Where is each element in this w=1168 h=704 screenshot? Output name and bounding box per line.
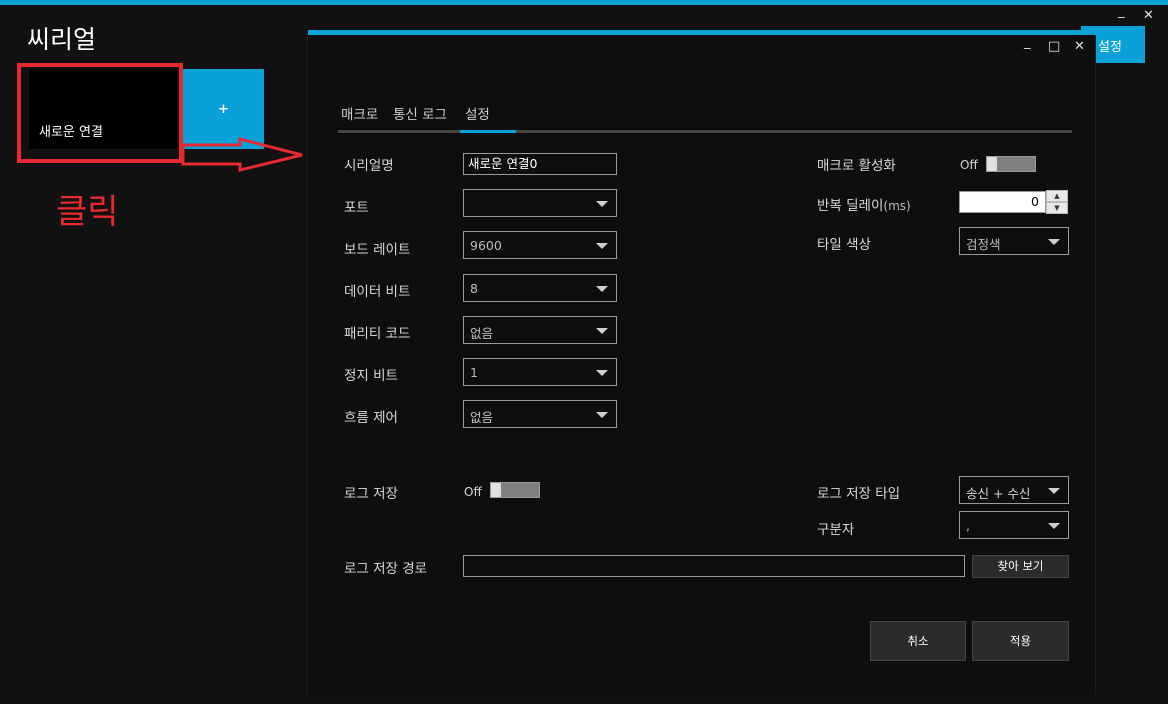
separator-select[interactable]: ,	[959, 511, 1069, 539]
log-save-label: 로그 저장	[344, 486, 398, 502]
port-label: 포트	[344, 200, 369, 216]
chevron-down-icon	[596, 286, 608, 292]
tab-macro[interactable]: 매크로	[341, 103, 378, 123]
tab-settings[interactable]: 설정	[465, 103, 490, 123]
port-select[interactable]	[463, 189, 617, 217]
flow-control-value: 없음	[470, 410, 494, 425]
macro-enable-toggle[interactable]	[986, 156, 1036, 172]
separator-value: ,	[966, 518, 970, 533]
log-save-state: Off	[464, 485, 482, 499]
chevron-down-icon	[1048, 239, 1060, 245]
repeat-delay-label-main: 반복 딜레이	[817, 198, 884, 214]
serial-name-input[interactable]: 새로운 연결0	[463, 153, 617, 175]
repeat-delay-stepper: ▲ ▼	[1046, 190, 1068, 214]
parity-value: 없음	[470, 326, 494, 341]
tab-active-indicator	[460, 130, 516, 133]
main-minimize-button[interactable]: _	[1118, 5, 1125, 18]
chevron-down-icon	[596, 370, 608, 376]
annotation-arrow	[181, 137, 303, 172]
dialog-close-button[interactable]: ✕	[1074, 40, 1085, 53]
dialog-tabs: 매크로 통신 로그 설정	[338, 103, 1072, 133]
data-bits-select[interactable]: 8	[463, 274, 617, 302]
baud-rate-select[interactable]: 9600	[463, 231, 617, 259]
data-bits-value: 8	[470, 281, 478, 296]
cancel-button[interactable]: 취소	[870, 621, 966, 661]
stepper-up-button[interactable]: ▲	[1046, 190, 1068, 202]
toggle-knob	[491, 483, 501, 497]
settings-dialog: _ □ ✕ 매크로 통신 로그 설정 시리얼명 새로운 연결0 포트 보드 레이…	[307, 30, 1097, 695]
tab-comm-log[interactable]: 통신 로그	[393, 103, 447, 123]
log-path-input[interactable]	[463, 555, 965, 577]
chevron-down-icon	[596, 328, 608, 334]
data-bits-label: 데이터 비트	[344, 284, 411, 300]
log-type-label: 로그 저장 타입	[817, 486, 901, 502]
flow-control-select[interactable]: 없음	[463, 400, 617, 428]
parity-label: 패리티 코드	[344, 326, 411, 342]
baud-rate-value: 9600	[470, 238, 502, 253]
chevron-down-icon	[1048, 523, 1060, 529]
stop-bits-value: 1	[470, 365, 478, 380]
serial-name-label: 시리얼명	[344, 158, 394, 174]
annotation-click-label: 클릭	[56, 192, 119, 232]
chevron-down-icon	[596, 243, 608, 249]
stop-bits-select[interactable]: 1	[463, 358, 617, 386]
macro-enable-state: Off	[960, 158, 978, 172]
toggle-knob	[987, 157, 997, 171]
stepper-down-button[interactable]: ▼	[1046, 202, 1068, 214]
tile-color-label: 타일 색상	[817, 237, 871, 253]
dialog-accent-bar	[308, 30, 1097, 35]
chevron-down-icon	[596, 412, 608, 418]
repeat-delay-value: 0	[1031, 194, 1039, 209]
baud-rate-label: 보드 레이트	[344, 242, 411, 258]
repeat-delay-label-unit: (ms)	[883, 199, 911, 213]
dialog-minimize-button[interactable]: _	[1024, 36, 1031, 49]
macro-enable-label: 매크로 활성화	[817, 158, 896, 174]
stop-bits-label: 정지 비트	[344, 368, 398, 384]
flow-control-label: 흐름 제어	[344, 410, 398, 426]
chevron-down-icon	[596, 201, 608, 207]
tile-color-value: 검정색	[966, 237, 1001, 252]
tile-color-select[interactable]: 검정색	[959, 227, 1069, 255]
dialog-maximize-button[interactable]: □	[1048, 40, 1060, 53]
log-type-value: 송신 + 수신	[966, 486, 1031, 501]
log-path-label: 로그 저장 경로	[344, 561, 428, 577]
repeat-delay-input[interactable]: 0	[959, 191, 1046, 213]
log-save-toggle[interactable]	[490, 482, 540, 498]
tab-underline	[338, 130, 1072, 133]
log-type-select[interactable]: 송신 + 수신	[959, 476, 1069, 504]
settings-tile-label: 설정	[1098, 40, 1122, 55]
repeat-delay-label: 반복 딜레이(ms)	[817, 194, 911, 214]
main-close-button[interactable]: ✕	[1143, 9, 1154, 22]
chevron-down-icon	[1048, 488, 1060, 494]
separator-label: 구분자	[817, 522, 855, 538]
browse-button[interactable]: 찾아 보기	[972, 555, 1069, 578]
parity-select[interactable]: 없음	[463, 316, 617, 344]
apply-button[interactable]: 적용	[972, 621, 1069, 661]
